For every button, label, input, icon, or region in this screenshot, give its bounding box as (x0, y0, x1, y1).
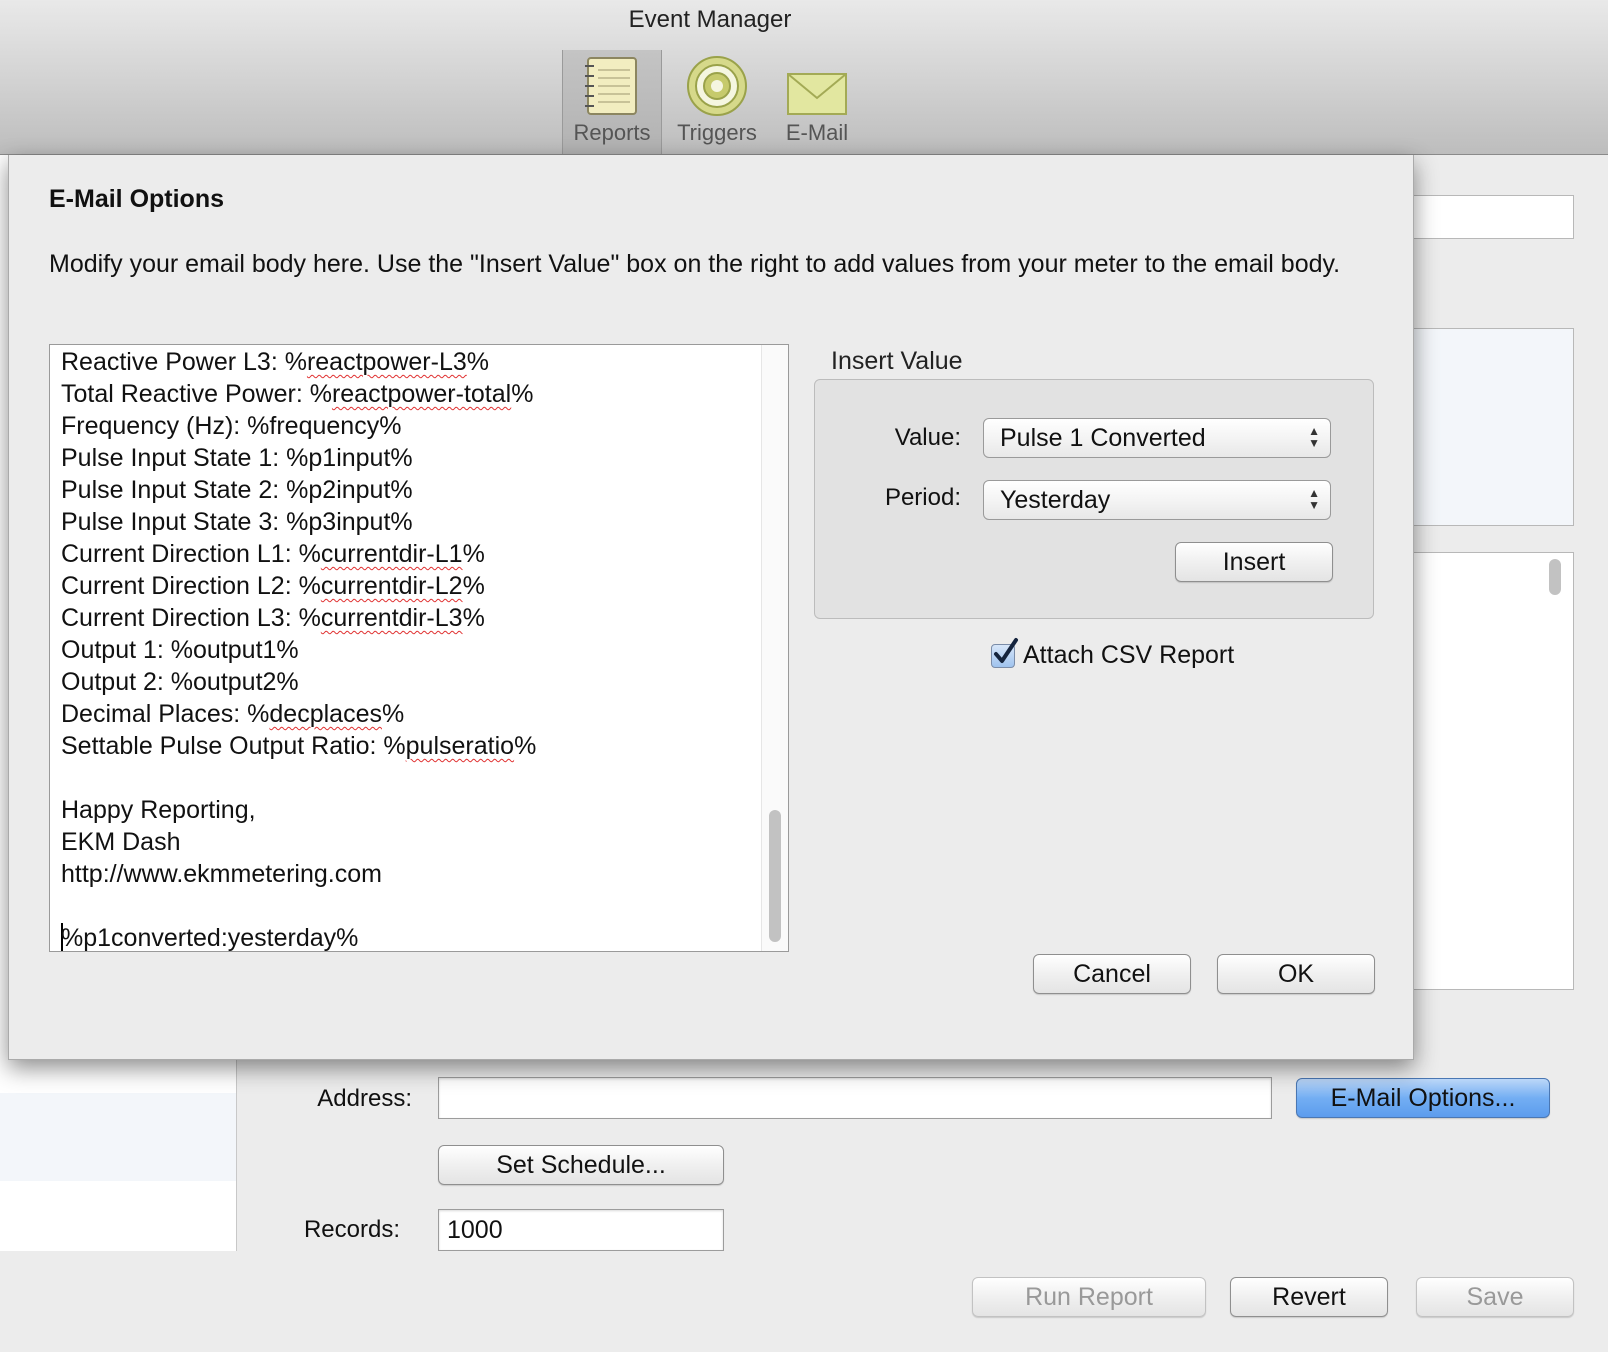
period-select[interactable]: Yesterday ▲ ▼ (983, 480, 1331, 520)
insert-value-group-label: Insert Value (831, 347, 963, 375)
email-body-line-token: %output2% (170, 668, 299, 696)
email-body-line-label: Pulse Input State 3: (61, 508, 287, 536)
email-body-line: Decimal Places: %decplaces% (61, 700, 405, 728)
email-body-line: Frequency (Hz): %frequency% (61, 410, 536, 442)
email-body-line: Pulse Input State 3: %p3input% (61, 506, 536, 538)
save-button[interactable]: Save (1416, 1277, 1574, 1317)
value-select[interactable]: Pulse 1 Converted ▲ ▼ (983, 418, 1331, 458)
values-list-scrollbar[interactable] (1549, 559, 1561, 595)
email-body-line-label: Output 2: (61, 668, 171, 696)
run-report-button[interactable]: Run Report (972, 1277, 1206, 1317)
toolbar-label-email: E-Mail (785, 120, 849, 145)
email-body-line: Pulse Input State 1: %p1input% (61, 442, 536, 474)
cancel-button[interactable]: Cancel (1033, 954, 1191, 994)
email-body-line-label: Pulse Input State 1: (61, 444, 287, 472)
email-body-line-label: Current Direction L1: (61, 540, 299, 568)
email-body-signature-line: Happy Reporting, (61, 796, 256, 824)
email-body-text[interactable]: Reactive Power L3: %reactpower-L3% Total … (61, 346, 537, 952)
period-label: Period: (884, 484, 961, 511)
toolbar-label-triggers: Triggers (677, 120, 757, 145)
insert-button[interactable]: Insert (1175, 542, 1333, 582)
email-body-blank-line (61, 890, 536, 922)
email-body-line-token: %p2input% (286, 476, 413, 504)
target-icon (687, 56, 747, 116)
email-body-signature-line: http://www.ekmmetering.com (61, 860, 382, 888)
attach-csv-checkbox[interactable] (991, 638, 1018, 668)
email-body-line: Current Direction L3: %currentdir-L3% (61, 604, 485, 632)
email-body-line: Output 2: %output2% (61, 666, 536, 698)
ok-button[interactable]: OK (1217, 954, 1375, 994)
editor-scrollbar-thumb[interactable] (769, 810, 781, 942)
misspelled-token: pulseratio (405, 732, 515, 760)
value-label: Value: (894, 424, 961, 451)
values-list-background (1412, 552, 1574, 990)
set-schedule-button[interactable]: Set Schedule... (438, 1145, 724, 1185)
misspelled-token: decplaces (269, 700, 382, 728)
toolbar-label-reports: Reports (573, 120, 651, 145)
value-select-text: Pulse 1 Converted (1000, 424, 1206, 452)
sheet-description: Modify your email body here. Use the "In… (49, 250, 1341, 278)
email-body-line-label: Frequency (Hz): (61, 412, 248, 440)
email-body-line-token: %p3input% (286, 508, 413, 536)
email-body-line-label: Reactive Power L3: (61, 348, 285, 376)
email-options-button[interactable]: E-Mail Options... (1296, 1078, 1550, 1118)
toolbar-item-email[interactable]: E-Mail (768, 50, 866, 154)
insert-value-group: Value: Pulse 1 Converted ▲ ▼ Period: Yest… (814, 379, 1374, 619)
revert-button[interactable]: Revert (1230, 1277, 1388, 1317)
address-label: Address: (317, 1085, 412, 1112)
email-body-editor[interactable]: Reactive Power L3: %reactpower-L3% Total … (49, 344, 789, 952)
email-options-sheet: E-Mail Options Modify your email body he… (8, 155, 1414, 1060)
email-body-line: Settable Pulse Output Ratio: %pulseratio… (61, 732, 537, 760)
email-body-line: Output 1: %output1% (61, 634, 536, 666)
email-body-line: Current Direction L2: %currentdir-L2% (61, 572, 485, 600)
email-body-line-label: Pulse Input State 2: (61, 476, 287, 504)
email-body-line-token: %p1input% (286, 444, 413, 472)
select-arrows-icon: ▲ ▼ (1308, 486, 1320, 512)
checkmark-icon (994, 638, 1018, 663)
email-body-line-label: Decimal Places: (61, 700, 248, 728)
window-toolbar: Event Manager Reports Triggers E-Mail (0, 0, 1608, 155)
meters-list-background (1412, 328, 1574, 526)
misspelled-token: currentdir-L3 (320, 604, 463, 632)
envelope-icon (787, 73, 847, 115)
toolbar-item-reports[interactable]: Reports (562, 50, 662, 154)
misspelled-token: reactpower-total (331, 380, 512, 408)
email-body-line-label: Output 1: (61, 636, 171, 664)
email-body-inserted-token: %p1converted:yesterday% (61, 924, 359, 952)
select-arrows-icon: ▲ ▼ (1308, 424, 1320, 450)
email-body-line-label: Current Direction L3: (61, 604, 299, 632)
records-label: Records: (303, 1216, 400, 1243)
email-body-line-label: Settable Pulse Output Ratio: (61, 732, 384, 760)
list-item (0, 1137, 236, 1181)
email-body-line-token: %frequency% (247, 412, 402, 440)
editor-scrollbar-track[interactable] (761, 345, 788, 951)
email-body-line: Reactive Power L3: %reactpower-L3% (61, 348, 489, 376)
sheet-title: E-Mail Options (49, 185, 224, 213)
toolbar-item-triggers[interactable]: Triggers (668, 50, 766, 154)
address-input[interactable] (438, 1077, 1272, 1119)
notebook-icon (585, 57, 637, 115)
window-title: Event Manager (628, 6, 792, 33)
email-body-inserted-line: %p1converted:yesterday% (61, 922, 536, 952)
email-body-line: Total Reactive Power: %reactpower-total% (61, 380, 534, 408)
misspelled-token: currentdir-L2 (320, 572, 463, 600)
email-body-signature-line: EKM Dash (61, 828, 181, 856)
name-field-background (1412, 195, 1574, 239)
email-body-blank-line (61, 762, 536, 794)
email-body-line: Pulse Input State 2: %p2input% (61, 474, 536, 506)
list-item (0, 1093, 236, 1137)
misspelled-token: currentdir-L1 (320, 540, 463, 568)
email-body-line-label: Current Direction L2: (61, 572, 299, 600)
email-body-line-token: %output1% (170, 636, 299, 664)
records-input[interactable]: 1000 (438, 1209, 724, 1251)
email-body-line: Current Direction L1: %currentdir-L1% (61, 540, 485, 568)
period-select-text: Yesterday (1000, 486, 1111, 514)
attach-csv-label[interactable]: Attach CSV Report (1023, 641, 1234, 670)
misspelled-token: reactpower-L3 (306, 348, 467, 376)
email-body-line-label: Total Reactive Power: (61, 380, 310, 408)
